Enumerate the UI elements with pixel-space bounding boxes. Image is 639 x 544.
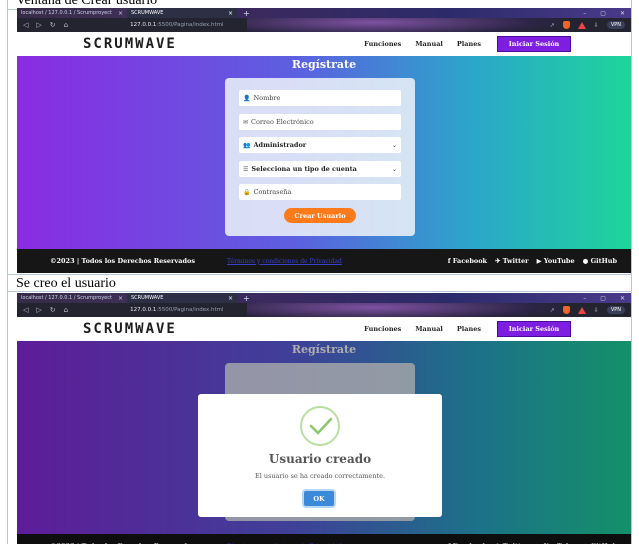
window-controls: – ▢ ✕ xyxy=(583,8,625,18)
reload-icon[interactable]: ↻ xyxy=(50,21,56,29)
success-dialog: Usuario creado El usuario se ha creado c… xyxy=(198,394,442,517)
user-icon: 👤 xyxy=(243,94,251,102)
site-navbar: SCRUMWAVE Funciones Manual Planes Inicia… xyxy=(17,32,631,56)
vpn-button[interactable]: VPN xyxy=(606,306,625,314)
site-footer: ©2023 | Todos los Derechos Reservados Té… xyxy=(17,249,631,273)
github-link[interactable]: ● GitHub xyxy=(583,257,617,265)
screenshot-create-user: localhost / 127.0.0.1 / Scrumproyect × SC… xyxy=(17,8,631,273)
register-form: 👤 Nombre ✉ Correo Electrónico 👥 Administrad… xyxy=(225,78,415,236)
menu-funciones[interactable]: Funciones xyxy=(364,325,401,333)
close-window-icon[interactable]: ✕ xyxy=(620,295,625,302)
login-button[interactable]: Iniciar Sesión xyxy=(497,321,571,337)
share-icon[interactable]: ↗ xyxy=(550,22,555,29)
browser-tab-bar: localhost / 127.0.0.1 / Scrumproyect × SC… xyxy=(17,293,631,303)
browser-tab-active[interactable]: SCRUMWAVE × xyxy=(127,293,237,303)
brave-rewards-icon[interactable] xyxy=(577,21,586,29)
create-user-button[interactable]: Crear Usuario xyxy=(284,208,356,223)
password-field[interactable]: 🔒 Contraseña xyxy=(239,184,401,200)
vpn-button[interactable]: VPN xyxy=(606,21,625,29)
tab-close-icon[interactable]: × xyxy=(118,295,123,302)
close-window-icon[interactable]: ✕ xyxy=(620,10,625,17)
minimize-icon[interactable]: – xyxy=(583,295,586,302)
chevron-down-icon: ⌄ xyxy=(391,141,397,149)
register-section: Regístrate 👤 Nombre ✉ Correo Electrónico 👥… xyxy=(17,56,631,249)
success-check-icon xyxy=(300,406,340,446)
browser-tab[interactable]: localhost / 127.0.0.1 / Scrumproyect × xyxy=(17,293,127,303)
envelope-icon: ✉ xyxy=(243,118,249,126)
tab-close-icon[interactable]: × xyxy=(228,295,233,302)
dialog-message: El usuario se ha creado correctamente. xyxy=(254,472,386,480)
share-icon[interactable]: ↗ xyxy=(550,307,555,314)
list-icon: ☰ xyxy=(243,165,249,173)
address-bar: ◁ ▷ ↻ ⌂ 127.0.0.1:5500/Pagina/index.html… xyxy=(17,18,631,32)
forward-icon[interactable]: ▷ xyxy=(36,306,41,314)
brave-shield-icon[interactable] xyxy=(562,21,570,29)
role-select[interactable]: 👥 Administrador ⌄ xyxy=(239,137,401,153)
minimize-icon[interactable]: – xyxy=(583,10,586,17)
browser-tab-bar: localhost / 127.0.0.1 / Scrumproyect × SC… xyxy=(17,8,631,18)
home-icon[interactable]: ⌂ xyxy=(64,306,68,314)
twitter-icon: ✈ xyxy=(495,257,503,265)
login-button[interactable]: Iniciar Sesión xyxy=(497,36,571,52)
twitter-link[interactable]: ✈ Twitter xyxy=(495,257,528,265)
new-tab-icon[interactable]: + xyxy=(243,9,250,18)
menu-manual[interactable]: Manual xyxy=(415,40,443,48)
caption-user-created: Se creo el usuario xyxy=(8,274,631,292)
reload-icon[interactable]: ↻ xyxy=(50,306,56,314)
window-controls: – ▢ ✕ xyxy=(583,293,625,303)
tab-close-icon[interactable]: × xyxy=(118,10,123,17)
maximize-icon[interactable]: ▢ xyxy=(600,295,606,302)
back-icon[interactable]: ◁ xyxy=(23,21,28,29)
privacy-link[interactable]: Términos y condiciones de Privacidad xyxy=(227,258,342,265)
site-logo[interactable]: SCRUMWAVE xyxy=(83,36,177,52)
github-icon: ● xyxy=(582,257,591,265)
register-title: Regístrate xyxy=(291,58,357,71)
ok-button[interactable]: OK xyxy=(304,491,334,506)
url-field[interactable]: 127.0.0.1:5500/Pagina/index.html xyxy=(130,22,223,28)
menu-planes[interactable]: Planes xyxy=(457,40,481,48)
menu-planes[interactable]: Planes xyxy=(457,325,481,333)
address-bar: ◁ ▷ ↻ ⌂ 127.0.0.1:5500/Pagina/index.html… xyxy=(17,303,631,317)
home-icon[interactable]: ⌂ xyxy=(64,21,68,29)
site-logo[interactable]: SCRUMWAVE xyxy=(83,321,177,337)
brave-shield-icon[interactable] xyxy=(562,306,570,314)
chevron-down-icon: ⌄ xyxy=(391,165,397,173)
menu-funciones[interactable]: Funciones xyxy=(364,40,401,48)
menu-manual[interactable]: Manual xyxy=(415,325,443,333)
facebook-link[interactable]: f Facebook xyxy=(448,257,487,265)
lock-icon: 🔒 xyxy=(243,188,251,196)
document-table: Ventana de Crear usuario localhost / 127… xyxy=(7,0,632,544)
youtube-link[interactable]: ▶ YouTube xyxy=(537,257,575,265)
site-navbar: SCRUMWAVE Funciones Manual Planes Inicia… xyxy=(17,317,631,341)
forward-icon[interactable]: ▷ xyxy=(36,21,41,29)
maximize-icon[interactable]: ▢ xyxy=(600,10,606,17)
screenshot-user-created: localhost / 127.0.0.1 / Scrumproyect × SC… xyxy=(17,293,631,544)
youtube-icon: ▶ xyxy=(536,257,544,265)
name-field[interactable]: 👤 Nombre xyxy=(239,90,401,106)
new-tab-icon[interactable]: + xyxy=(243,294,250,303)
url-field[interactable]: 127.0.0.1:5500/Pagina/index.html xyxy=(130,307,223,313)
download-icon[interactable]: ⇩ xyxy=(594,22,599,29)
brave-rewards-icon[interactable] xyxy=(577,306,586,314)
browser-tab-active[interactable]: SCRUMWAVE × xyxy=(127,8,237,18)
browser-tab[interactable]: localhost / 127.0.0.1 / Scrumproyect × xyxy=(17,8,127,18)
email-field[interactable]: ✉ Correo Electrónico xyxy=(239,114,401,130)
back-icon[interactable]: ◁ xyxy=(23,306,28,314)
tab-close-icon[interactable]: × xyxy=(228,10,233,17)
download-icon[interactable]: ⇩ xyxy=(594,307,599,314)
users-icon: 👥 xyxy=(243,141,251,149)
account-type-select[interactable]: ☰ Selecciona un tipo de cuenta ⌄ xyxy=(239,161,401,177)
dialog-title: Usuario creado xyxy=(268,452,372,466)
copyright-text: ©2023 | Todos los Derechos Reservados xyxy=(50,257,195,265)
